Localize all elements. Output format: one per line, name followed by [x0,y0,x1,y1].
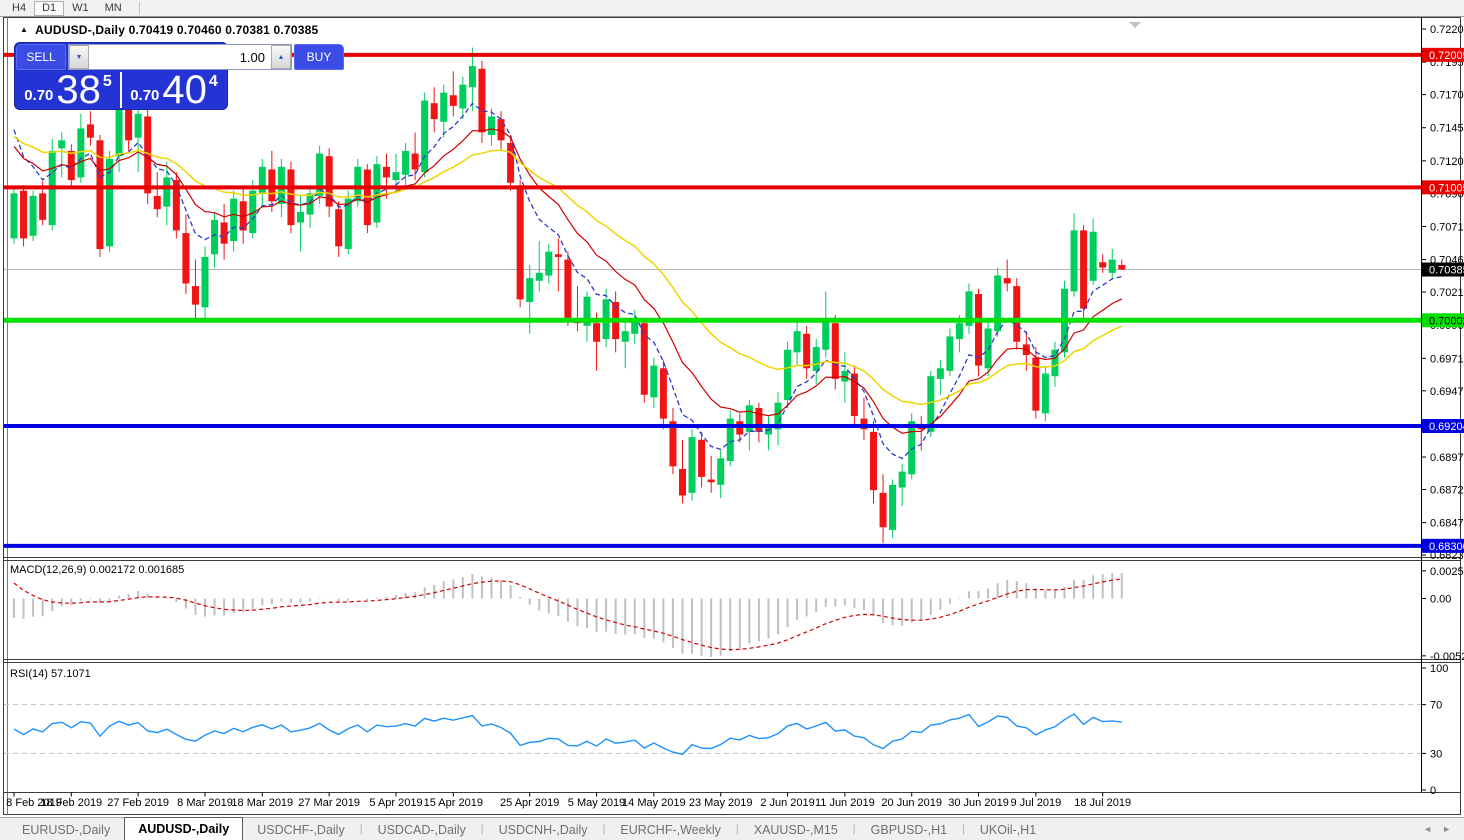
svg-text:25 Apr 2019: 25 Apr 2019 [500,797,559,809]
macd-panel[interactable] [13,573,1123,657]
buy-price-pipette: 4 [208,73,218,90]
tab-ukoil-h1[interactable]: UKOil-,H1 [966,819,1050,840]
main-price-panel[interactable] [4,47,1421,548]
tab-eurusd-daily[interactable]: EURUSD-,Daily [8,819,124,840]
svg-text:0.71455: 0.71455 [1430,123,1464,135]
svg-text:100: 100 [1430,663,1448,675]
svg-text:15 Apr 2019: 15 Apr 2019 [424,797,483,809]
svg-text:0.71205: 0.71205 [1430,156,1464,168]
svg-text:20 Jun 2019: 20 Jun 2019 [881,797,942,809]
symbol-tabbar: EURUSD-,Daily AUDUSD-,Daily USDCHF-,Daily |… [0,817,1464,840]
sell-price-pipette: 5 [102,73,112,90]
buy-price-prefix: 0.70 [130,87,160,104]
sell-price-display[interactable]: 0.70 38 5 [16,70,120,110]
timeframe-button-d1[interactable]: D1 [34,0,65,16]
rsi-line [13,713,1122,756]
svg-text:0.68970: 0.68970 [1430,452,1464,464]
svg-text:27 Mar 2019: 27 Mar 2019 [298,797,360,809]
chart-canvas[interactable]: 0.722000.719500.717050.714550.712050.709… [0,17,1464,817]
svg-text:0.72005: 0.72005 [1429,50,1464,62]
svg-text:11 Jun 2019: 11 Jun 2019 [815,797,875,809]
chevron-down-icon: ▼ [75,53,83,61]
svg-text:8 Mar 2019: 8 Mar 2019 [177,797,233,809]
svg-text:70: 70 [1430,700,1442,712]
svg-text:5 Apr 2019: 5 Apr 2019 [369,797,422,809]
svg-text:0.68300: 0.68300 [1429,541,1464,553]
svg-text:27 Feb 2019: 27 Feb 2019 [107,797,169,809]
macd-histogram [13,573,1123,657]
timeframe-toolbar: H4 D1 W1 MN [0,0,1464,17]
volume-increase-button[interactable]: ▲ [271,45,291,69]
svg-text:18 Jul 2019: 18 Jul 2019 [1074,797,1131,809]
svg-text:0.70385: 0.70385 [1429,265,1464,277]
tab-audusd-daily[interactable]: AUDUSD-,Daily [124,817,244,840]
svg-text:30 Jun 2019: 30 Jun 2019 [948,797,1009,809]
price-axis: 0.722000.719500.717050.714550.712050.709… [1421,24,1464,797]
svg-text:0: 0 [1430,785,1436,797]
candlestick-series [10,47,1126,544]
svg-text:9 Jul 2019: 9 Jul 2019 [1010,797,1061,809]
svg-text:0.68475: 0.68475 [1430,518,1464,530]
buy-button[interactable]: BUY [294,44,344,70]
tab-navigation: ◄ ► [1418,824,1456,834]
sell-price-digits: 38 [56,68,101,112]
svg-text:14 May 2019: 14 May 2019 [622,797,686,809]
svg-text:-0.005234: -0.005234 [1430,651,1464,663]
sell-button[interactable]: SELL [16,44,66,70]
svg-text:2 Jun 2019: 2 Jun 2019 [760,797,814,809]
chart-title: ▲ AUDUSD-,Daily 0.70419 0.70460 0.70381 0… [20,23,318,37]
svg-text:5 May 2019: 5 May 2019 [568,797,625,809]
volume-stepper: ▼ ▲ [68,44,292,70]
svg-text:0.69715: 0.69715 [1430,353,1464,365]
symbol-collapse-icon: ▲ [20,25,29,34]
svg-text:0.70215: 0.70215 [1430,287,1464,299]
sell-price-prefix: 0.70 [24,87,54,104]
tab-usdcad-daily[interactable]: USDCAD-,Daily [364,819,480,840]
svg-text:18 Feb 2019: 18 Feb 2019 [40,797,102,809]
svg-text:0.69470: 0.69470 [1430,386,1464,398]
tab-usdcnh-daily[interactable]: USDCNH-,Daily [485,819,602,840]
svg-text:0.69204: 0.69204 [1429,421,1464,433]
buy-price-display[interactable]: 0.70 40 4 [122,70,226,110]
svg-text:0.70710: 0.70710 [1430,221,1464,233]
svg-text:0.002524: 0.002524 [1430,566,1464,578]
tab-scroll-left-icon[interactable]: ◄ [1418,824,1437,834]
toolbar-separator [138,1,140,15]
svg-text:23 May 2019: 23 May 2019 [689,797,753,809]
timeframe-button-w1[interactable]: W1 [64,1,97,16]
chart-shift-marker [1129,22,1141,28]
timeframe-button-h4[interactable]: H4 [4,1,34,16]
chart-window-frame [3,17,1461,815]
svg-text:0.71705: 0.71705 [1430,90,1464,102]
svg-text:30: 30 [1430,748,1442,760]
svg-text:18 Mar 2019: 18 Mar 2019 [231,797,293,809]
tab-xauusd-m15[interactable]: XAUUSD-,M15 [740,819,852,840]
volume-decrease-button[interactable]: ▼ [69,45,89,69]
buy-price-digits: 40 [162,68,207,112]
chart-title-text: AUDUSD-,Daily 0.70419 0.70460 0.70381 0.… [35,23,319,37]
timeframe-button-mn[interactable]: MN [97,1,130,16]
rsi-panel[interactable] [4,704,1421,756]
tab-eurchf-weekly[interactable]: EURCHF-,Weekly [606,819,734,840]
svg-text:0.70002: 0.70002 [1429,315,1464,327]
tab-scroll-right-icon[interactable]: ► [1437,824,1456,834]
svg-text:0.72200: 0.72200 [1430,24,1464,36]
date-axis: 8 Feb 201918 Feb 2019 27 Feb 2019 8 Mar 20… [6,792,1131,809]
chevron-up-icon: ▲ [277,53,285,61]
svg-text:0.71005: 0.71005 [1429,182,1464,194]
svg-text:0.00: 0.00 [1430,594,1451,606]
tab-gbpusd-h1[interactable]: GBPUSD-,H1 [857,819,961,840]
tab-usdchf-daily[interactable]: USDCHF-,Daily [243,819,359,840]
svg-text:0.68725: 0.68725 [1430,485,1464,497]
trade-panel: SELL ▼ ▲ BUY 0.70 38 5 0.70 40 4 [14,42,344,110]
volume-input[interactable] [89,45,271,69]
